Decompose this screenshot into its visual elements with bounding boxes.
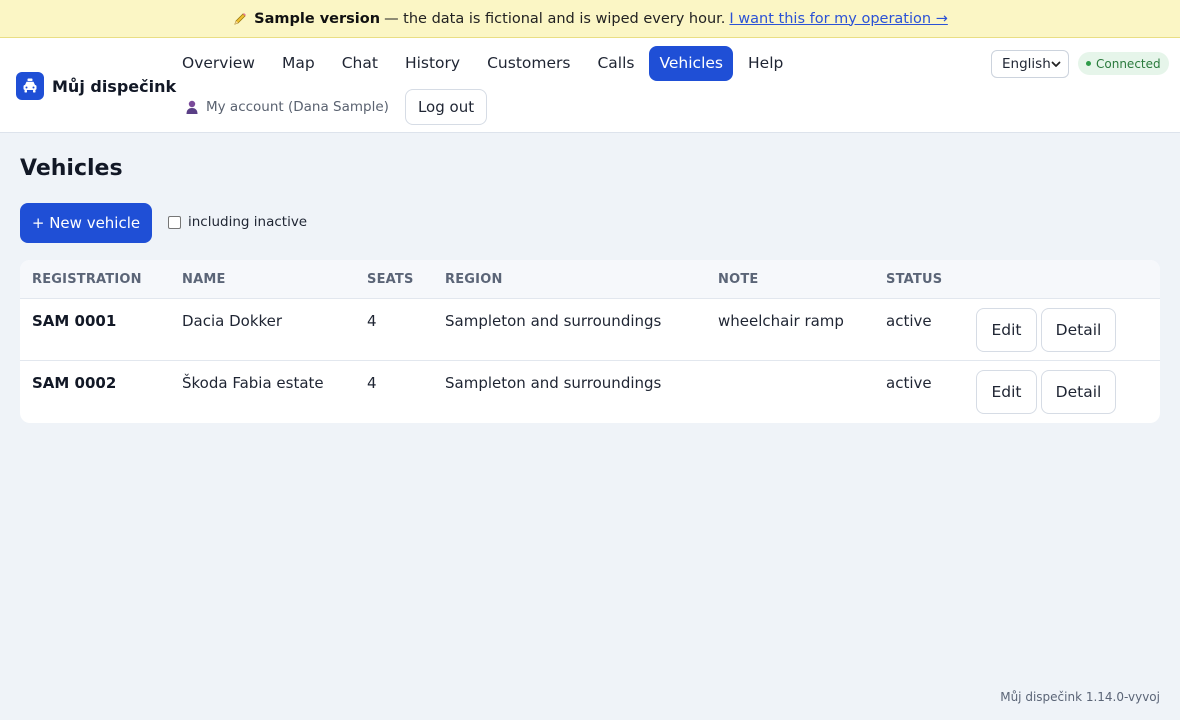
nav-customers[interactable]: Customers (475, 46, 582, 81)
cell-name: Škoda Fabia estate (182, 374, 324, 392)
banner-text: — the data is fictional and is wiped eve… (384, 10, 726, 27)
cell-seats: 4 (367, 312, 377, 330)
nav-overview[interactable]: Overview (170, 46, 267, 81)
pencil-icon (234, 12, 247, 25)
edit-button[interactable]: Edit (976, 370, 1037, 414)
col-registration: REGISTRATION (32, 272, 142, 287)
edit-button[interactable]: Edit (976, 308, 1037, 352)
col-status: STATUS (886, 272, 943, 287)
col-region: REGION (445, 272, 503, 287)
status-dot-icon (1086, 61, 1091, 66)
table-header: REGISTRATION NAME SEATS REGION NOTE STAT… (20, 260, 1160, 299)
connection-status-label: Connected (1096, 56, 1161, 71)
language-select[interactable]: English (991, 50, 1069, 78)
taxi-icon (16, 72, 44, 100)
include-inactive-checkbox[interactable] (168, 215, 181, 229)
detail-button[interactable]: Detail (1041, 308, 1116, 352)
my-account-link[interactable]: My account (Dana Sample) (184, 99, 389, 115)
table-row: SAM 0002 Škoda Fabia estate 4 Sampleton … (20, 361, 1160, 423)
new-vehicle-button[interactable]: + New vehicle (20, 203, 152, 243)
cell-region: Sampleton and surroundings (445, 374, 662, 392)
include-inactive-toggle[interactable]: including inactive (168, 214, 307, 230)
table-row: SAM 0001 Dacia Dokker 4 Sampleton and su… (20, 299, 1160, 361)
detail-button[interactable]: Detail (1041, 370, 1116, 414)
col-note: NOTE (718, 272, 759, 287)
cell-name: Dacia Dokker (182, 312, 283, 330)
include-inactive-label: including inactive (188, 214, 308, 230)
nav-map[interactable]: Map (270, 46, 327, 81)
account-row: My account (Dana Sample) Log out (184, 89, 488, 125)
nav-help[interactable]: Help (736, 46, 795, 81)
cell-note: wheelchair ramp (718, 312, 844, 330)
col-seats: SEATS (367, 272, 414, 287)
page-title: Vehicles (20, 156, 123, 181)
sample-banner: Sample version — the data is fictional a… (0, 0, 1180, 38)
my-account-label: My account (Dana Sample) (206, 99, 389, 115)
main-nav: Overview Map Chat History Customers Call… (170, 46, 798, 81)
nav-history[interactable]: History (393, 46, 472, 81)
version-footer: Můj dispečink 1.14.0-vyvoj (1000, 690, 1160, 704)
cell-region: Sampleton and surroundings (445, 312, 662, 330)
cell-status: active (886, 312, 932, 330)
logout-button[interactable]: Log out (404, 89, 488, 125)
cell-registration: SAM 0001 (32, 312, 117, 330)
connection-status-badge: Connected (1078, 52, 1169, 75)
person-icon (186, 100, 198, 114)
banner-title: Sample version (254, 10, 381, 27)
nav-chat[interactable]: Chat (330, 46, 390, 81)
vehicles-table: REGISTRATION NAME SEATS REGION NOTE STAT… (20, 260, 1160, 423)
cell-registration: SAM 0002 (32, 374, 117, 392)
chevron-down-icon (1051, 61, 1061, 67)
brand-name: Můj dispečink (52, 76, 177, 96)
nav-vehicles[interactable]: Vehicles (649, 46, 733, 81)
col-name: NAME (182, 272, 226, 287)
language-value: English (1002, 56, 1051, 72)
app-header: Můj dispečink Overview Map Chat History … (0, 38, 1180, 133)
nav-calls[interactable]: Calls (585, 46, 646, 81)
banner-cta-link[interactable]: I want this for my operation → (729, 11, 947, 27)
brand[interactable]: Můj dispečink (16, 72, 176, 100)
cell-status: active (886, 374, 932, 392)
cell-seats: 4 (367, 374, 377, 392)
